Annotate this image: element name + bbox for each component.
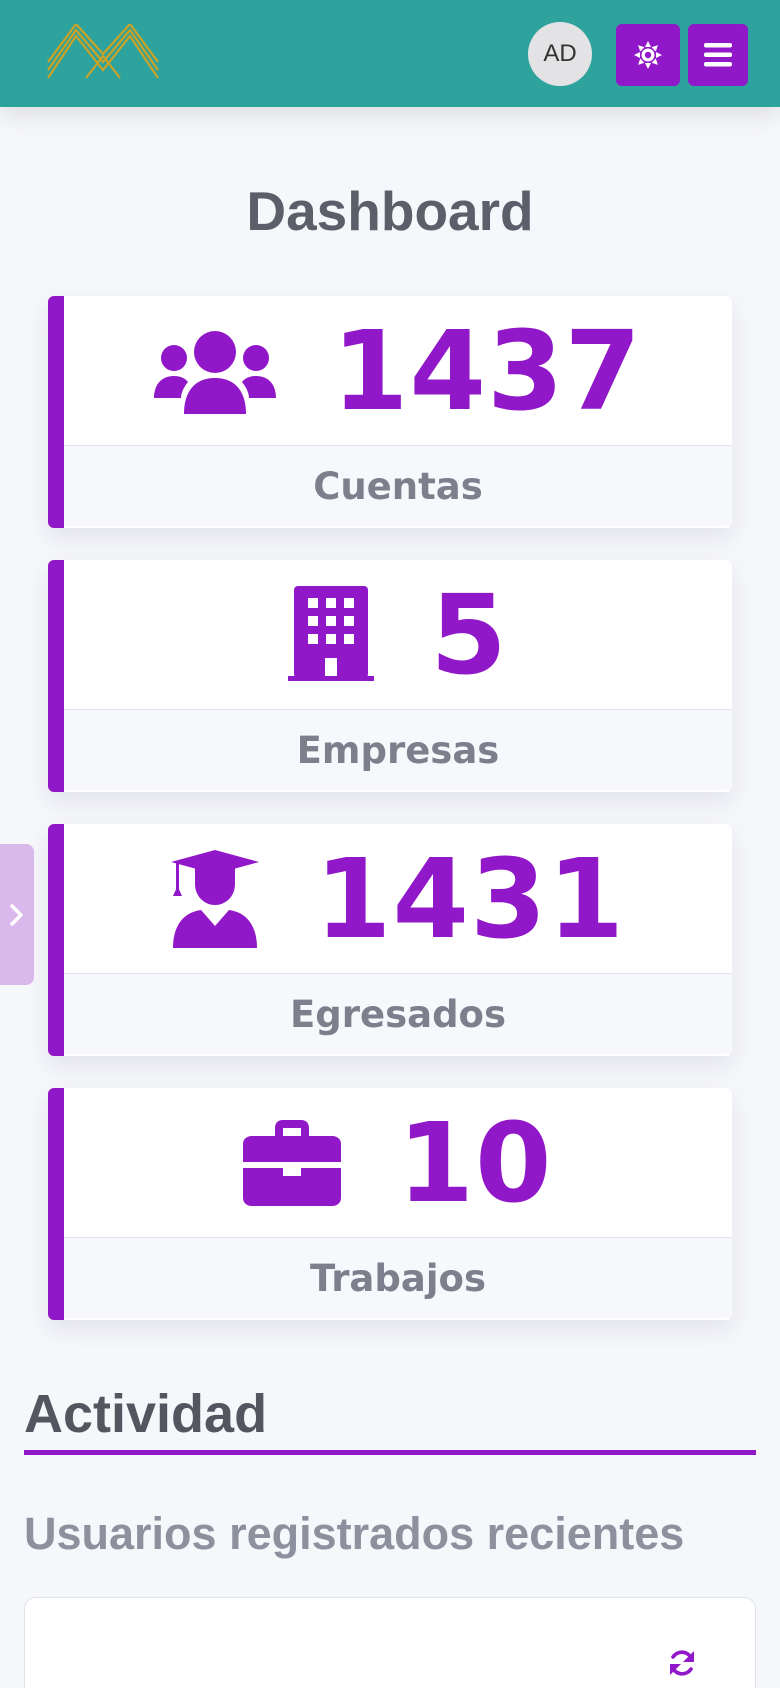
stat-label: Egresados <box>64 974 732 1054</box>
stat-card-egresados[interactable]: 1431 Egresados <box>48 824 732 1056</box>
stat-card-trabajos[interactable]: 10 Trabajos <box>48 1088 732 1320</box>
avatar-initials: AD <box>543 40 577 67</box>
recent-users-panel <box>24 1597 756 1688</box>
logo[interactable] <box>46 24 160 82</box>
activity-section-title: Actividad <box>24 1383 756 1455</box>
chevron-right-icon <box>10 903 23 926</box>
refresh-icon[interactable] <box>667 1648 697 1678</box>
stat-label: Cuentas <box>64 446 732 526</box>
briefcase-icon <box>243 1119 342 1206</box>
hamburger-menu-icon <box>704 43 732 67</box>
stat-card-cuentas[interactable]: 1437 Cuentas <box>48 296 732 528</box>
stat-card-empresas[interactable]: 5 Empresas <box>48 560 732 792</box>
sun-icon <box>634 41 662 69</box>
stat-value: 1431 <box>314 834 626 963</box>
stat-label: Trabajos <box>64 1238 732 1318</box>
stat-label: Empresas <box>64 710 732 790</box>
stat-value: 5 <box>430 570 508 699</box>
user-avatar[interactable]: AD <box>528 22 592 86</box>
sidebar-toggle-button[interactable] <box>0 844 34 985</box>
stat-value: 10 <box>397 1098 553 1227</box>
stat-value: 1437 <box>331 306 643 435</box>
menu-button[interactable] <box>688 24 748 86</box>
graduate-icon <box>170 849 259 948</box>
recent-users-title: Usuarios registrados recientes <box>24 1508 685 1559</box>
users-icon <box>153 330 276 414</box>
building-icon <box>288 585 375 681</box>
top-bar: AD <box>0 0 780 107</box>
theme-toggle-button[interactable] <box>616 24 680 86</box>
page-title: Dashboard <box>246 180 534 242</box>
